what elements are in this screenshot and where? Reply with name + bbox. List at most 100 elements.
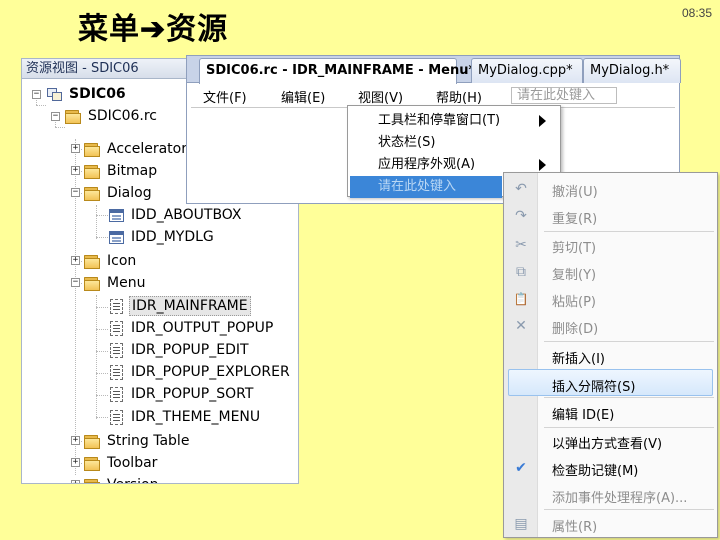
ctx-item-label: 撤消(U): [552, 185, 598, 200]
tree-node-folder[interactable]: String Table: [84, 430, 191, 452]
ctx-item-add-event-handler[interactable]: 添加事件处理程序(A)...: [504, 481, 717, 508]
menubar-item-edit[interactable]: 编辑(E): [281, 87, 325, 106]
ctx-item-label: 添加事件处理程序(A)...: [552, 491, 688, 506]
tree-line: [96, 307, 108, 308]
tree-node-menu[interactable]: IDR_POPUP_EDIT: [108, 339, 251, 361]
tab-mydialog-cpp[interactable]: MyDialog.cpp*: [471, 58, 583, 83]
menu-resource-icon: [108, 386, 125, 402]
menu-resource-icon: [108, 364, 125, 380]
view-menu-item-type-here[interactable]: 请在此处键入: [350, 176, 552, 198]
tree-node-folder[interactable]: Icon: [84, 250, 138, 272]
tree-node-folder[interactable]: Version: [84, 474, 160, 483]
submenu-arrow-icon: [539, 159, 546, 171]
ctx-item-label: 编辑 ID(E): [552, 408, 615, 423]
ctx-item-label: 插入分隔符(S): [552, 380, 636, 395]
tree-node-menu[interactable]: IDR_OUTPUT_POPUP: [108, 317, 275, 339]
menu-resource-icon: [108, 342, 125, 358]
folder-icon: [65, 109, 82, 124]
tree-node-menu[interactable]: IDR_THEME_MENU: [108, 406, 262, 428]
ctx-item-edit-id[interactable]: 编辑 ID(E): [504, 398, 717, 425]
menu-resource-icon: [108, 320, 125, 336]
expand-toggle[interactable]: +: [71, 436, 80, 445]
tree-node-label: Bitmap: [107, 163, 158, 179]
tab-mydialog-h[interactable]: MyDialog.h*: [583, 58, 681, 83]
menubar-item-file[interactable]: 文件(F): [203, 87, 247, 106]
tree-node-label: Icon: [107, 253, 137, 269]
ctx-item-copy[interactable]: ⧉ 复制(Y): [504, 258, 717, 285]
ctx-item-label: 新插入(I): [552, 352, 605, 367]
redo-icon: ↷: [515, 208, 527, 224]
tree-node-label: IDR_MAINFRAME: [129, 296, 251, 316]
collapse-toggle[interactable]: −: [71, 188, 80, 197]
ctx-item-view-as-popup[interactable]: 以弹出方式查看(V): [504, 427, 717, 454]
collapse-toggle[interactable]: −: [51, 112, 60, 121]
ctx-item-new-insert[interactable]: 新插入(I): [504, 342, 717, 369]
clock: 08:35: [681, 6, 712, 20]
tree-node-label: SDIC06: [69, 86, 126, 102]
ctx-item-delete[interactable]: ✕ 删除(D): [504, 312, 717, 339]
tree-line: [36, 105, 46, 106]
ctx-item-cut[interactable]: ✂ 剪切(T): [504, 231, 717, 258]
tree-line: [96, 295, 97, 419]
tree-node-dialog[interactable]: IDD_MYDLG: [108, 226, 216, 248]
ctx-item-check-mnemonics[interactable]: ✔ 检查助记键(M): [504, 454, 717, 481]
tree-node-label: IDR_POPUP_SORT: [131, 386, 254, 402]
tree-line: [96, 395, 108, 396]
tree-node-label: Menu: [107, 275, 146, 291]
slide-title: 菜单➔资源: [78, 12, 229, 47]
ctx-item-label: 检查助记键(M): [552, 464, 639, 479]
ctx-item-undo[interactable]: ↶ 撤消(U): [504, 175, 717, 202]
ctx-item-redo[interactable]: ↷ 重复(R): [504, 202, 717, 229]
folder-icon: [84, 276, 101, 291]
expand-toggle[interactable]: +: [71, 144, 80, 153]
tree-line: [96, 417, 108, 418]
expand-toggle[interactable]: +: [71, 458, 80, 467]
tree-node-label: SDIC06.rc: [88, 108, 157, 124]
tree-node-folder[interactable]: Menu: [84, 272, 147, 294]
view-menu-item-label: 工具栏和停靠窗口(T): [378, 113, 501, 128]
collapse-toggle[interactable]: −: [71, 278, 80, 287]
tree-line: [96, 351, 108, 352]
folder-icon: [84, 478, 101, 483]
view-menu-item-toolbars[interactable]: 工具栏和停靠窗口(T): [348, 110, 560, 132]
expand-toggle[interactable]: +: [71, 166, 80, 175]
tree-node-menu[interactable]: IDR_POPUP_SORT: [108, 383, 255, 405]
folder-icon: [84, 164, 101, 179]
menubar-item-view[interactable]: 视图(V): [358, 87, 403, 106]
tab-menu-resource[interactable]: SDIC06.rc - IDR_MAINFRAME - Menu*: [199, 58, 475, 84]
view-menu-item-statusbar[interactable]: 状态栏(S): [348, 132, 560, 154]
ctx-item-paste[interactable]: 📋 粘贴(P): [504, 285, 717, 312]
menubar-item-help[interactable]: 帮助(H): [436, 87, 482, 106]
tree-node-menu[interactable]: IDR_POPUP_EXPLORER: [108, 361, 292, 383]
type-here-box[interactable]: 请在此处键入: [511, 87, 617, 104]
folder-icon: [84, 254, 101, 269]
ctx-item-insert-separator[interactable]: 插入分隔符(S): [508, 369, 713, 396]
ctx-item-label: 剪切(T): [552, 241, 597, 256]
ctx-item-label: 删除(D): [552, 322, 599, 337]
tree-node-folder[interactable]: Dialog: [84, 182, 154, 204]
ctx-item-label: 属性(R): [552, 520, 598, 535]
tree-node-rc-file[interactable]: SDIC06.rc: [65, 105, 159, 127]
ctx-item-properties[interactable]: ▤ 属性(R): [504, 510, 717, 537]
collapse-toggle[interactable]: −: [32, 90, 41, 99]
dialog-resource-icon: [108, 230, 125, 245]
ctx-item-label: 重复(R): [552, 212, 598, 227]
tree-node-folder[interactable]: Toolbar: [84, 452, 159, 474]
tree-node-label: IDR_OUTPUT_POPUP: [131, 320, 274, 336]
tree-node-folder[interactable]: Accelerator: [84, 138, 189, 160]
folder-icon: [84, 456, 101, 471]
folder-icon: [84, 434, 101, 449]
tree-node-label: IDR_POPUP_EXPLORER: [131, 364, 290, 380]
tree-node-label: Accelerator: [107, 141, 187, 157]
menu-resource-icon: [108, 409, 125, 425]
tree-node-label: IDD_MYDLG: [131, 229, 214, 245]
folder-icon: [84, 186, 101, 201]
tree-node-dialog[interactable]: IDD_ABOUTBOX: [108, 204, 244, 226]
tree-node-folder[interactable]: Bitmap: [84, 160, 159, 182]
cut-icon: ✂: [515, 237, 527, 253]
expand-toggle[interactable]: +: [71, 256, 80, 265]
tree-node-label: IDD_ABOUTBOX: [131, 207, 242, 223]
tree-node-project[interactable]: SDIC06: [46, 83, 128, 105]
tree-node-menu[interactable]: IDR_MAINFRAME: [108, 295, 251, 317]
expand-toggle[interactable]: +: [71, 480, 80, 483]
